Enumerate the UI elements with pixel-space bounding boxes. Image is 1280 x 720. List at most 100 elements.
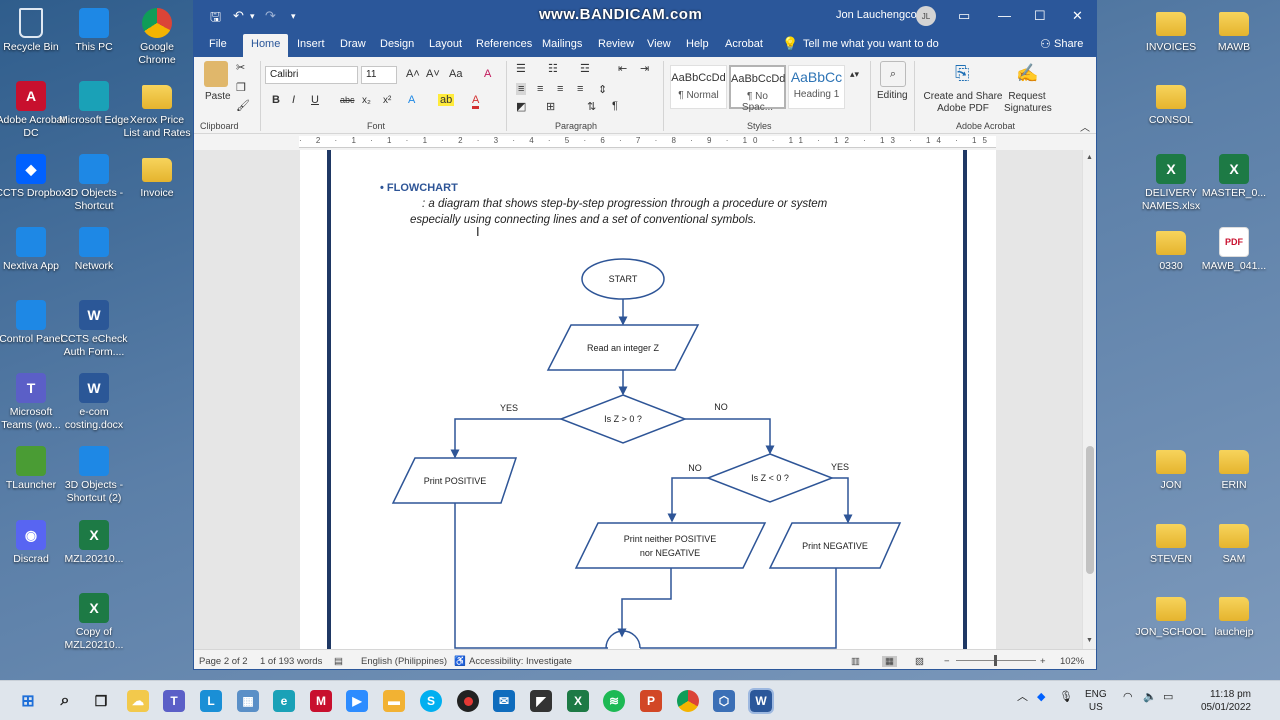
scroll-up-icon[interactable]: ▲: [1086, 154, 1093, 161]
borders-icon[interactable]: ⊞: [546, 100, 555, 113]
read-mode-icon[interactable]: ▥: [851, 656, 860, 667]
request-signatures-button[interactable]: Request Signatures: [1004, 91, 1052, 115]
paste-icon[interactable]: [204, 61, 228, 87]
avatar[interactable]: JL: [916, 6, 936, 26]
font-color-icon[interactable]: A: [472, 94, 480, 109]
spotify-icon[interactable]: ≋: [603, 690, 625, 712]
search-icon[interactable]: ⌕: [54, 690, 76, 712]
desktop-icon[interactable]: JON: [1135, 446, 1207, 492]
tab-references[interactable]: References: [476, 38, 532, 50]
undo-icon[interactable]: ↶: [233, 8, 244, 24]
style-heading-1[interactable]: AaBbCc Heading 1: [788, 65, 845, 109]
format-painter-icon[interactable]: 🖌: [236, 99, 250, 112]
line-spacing-icon[interactable]: ⇕: [598, 83, 607, 96]
tab-acrobat[interactable]: Acrobat: [725, 38, 763, 50]
teams-chat-icon[interactable]: T: [163, 690, 185, 712]
desktop-icon[interactable]: INVOICES: [1135, 8, 1207, 54]
numbering-icon[interactable]: ☷: [548, 62, 558, 75]
desktop-icon[interactable]: X MZL20210...: [58, 520, 130, 566]
desktop-icon[interactable]: ◉ Discrad: [0, 520, 67, 566]
desktop-icon[interactable]: Recycle Bin: [0, 8, 67, 54]
desktop-icon[interactable]: JON_SCHOOL: [1135, 593, 1207, 639]
align-center-icon[interactable]: ≡: [537, 83, 543, 95]
desktop-icon[interactable]: T Microsoft Teams (wo...: [0, 373, 67, 432]
desktop-icon[interactable]: Xerox Price List and Rates: [121, 81, 193, 140]
justify-icon[interactable]: ≡: [577, 83, 583, 95]
clear-formatting-icon[interactable]: A: [484, 68, 491, 80]
calculator-icon[interactable]: ▦: [237, 690, 259, 712]
zoom-level[interactable]: 102%: [1060, 656, 1084, 667]
excel-icon[interactable]: X: [567, 690, 589, 712]
web-layout-icon[interactable]: ▧: [915, 656, 924, 667]
desktop-icon[interactable]: We-com costing.docx: [58, 373, 130, 432]
desktop-icon[interactable]: TLauncher: [0, 446, 67, 492]
font-size-select[interactable]: 11: [361, 66, 397, 84]
shield-icon[interactable]: M: [310, 690, 332, 712]
close-icon[interactable]: ✕: [1072, 8, 1083, 24]
desktop-icon[interactable]: This PC: [58, 8, 130, 54]
desktop-icon[interactable]: PDF MAWB_041...: [1198, 227, 1270, 273]
desktop-icon[interactable]: X DELIVERY NAMES.xlsx: [1135, 154, 1207, 213]
share-button[interactable]: Share: [1054, 38, 1083, 50]
bandicam-icon[interactable]: [457, 690, 479, 712]
search-icon[interactable]: ⌕: [880, 61, 906, 87]
desktop-icon[interactable]: SAM: [1198, 520, 1270, 566]
tab-draw[interactable]: Draw: [340, 38, 366, 50]
style-normal[interactable]: AaBbCcDd ¶ Normal: [670, 65, 727, 109]
word-count[interactable]: 1 of 193 words: [260, 656, 322, 667]
desktop-icon[interactable]: Microsoft Edge: [58, 81, 130, 127]
desktop-icon[interactable]: ◆ CCTS Dropbox: [0, 154, 67, 200]
zoom-out-icon[interactable]: −: [944, 656, 950, 667]
proofing-icon[interactable]: ▤: [334, 656, 343, 667]
tab-insert[interactable]: Insert: [297, 38, 325, 50]
sort-icon[interactable]: ⇅: [587, 100, 596, 113]
tell-me-search[interactable]: Tell me what you want to do: [803, 38, 939, 50]
zoom-in-icon[interactable]: +: [1040, 656, 1046, 667]
chrome-icon[interactable]: [677, 690, 699, 712]
superscript-icon[interactable]: x²: [383, 95, 391, 106]
accessibility-status[interactable]: Accessibility: Investigate: [469, 656, 572, 667]
show-formatting-icon[interactable]: ¶: [612, 100, 618, 112]
scrollbar-thumb[interactable]: [1086, 446, 1094, 574]
battery-icon[interactable]: ▭: [1163, 691, 1173, 704]
underline-icon[interactable]: U: [311, 94, 319, 106]
file-explorer-icon[interactable]: ▬: [383, 690, 405, 712]
desktop-icon[interactable]: STEVEN: [1135, 520, 1207, 566]
tab-view[interactable]: View: [647, 38, 671, 50]
desktop-icon[interactable]: 3D Objects - Shortcut (2): [58, 446, 130, 505]
editing-button[interactable]: Editing: [877, 90, 908, 101]
print-neither-box[interactable]: [574, 522, 767, 569]
maximize-icon[interactable]: ☐: [1034, 8, 1046, 24]
mail-icon[interactable]: ✉: [493, 690, 515, 712]
page[interactable]: • FLOWCHART : a diagram that shows step-…: [300, 150, 996, 649]
save-icon[interactable]: 🖫: [210, 8, 221, 30]
grow-font-icon[interactable]: A˄: [406, 68, 420, 80]
tab-mailings[interactable]: Mailings: [542, 38, 582, 50]
skype-icon[interactable]: S: [420, 690, 442, 712]
undo-dropdown-icon[interactable]: ▾: [250, 11, 255, 22]
share-icon[interactable]: ⚇: [1040, 37, 1051, 51]
style-no-spacing[interactable]: AaBbCcDd ¶ No Spac...: [729, 65, 786, 113]
desktop-icon[interactable]: MAWB: [1198, 8, 1270, 54]
zoom-slider-thumb[interactable]: [994, 655, 997, 666]
text-effects-icon[interactable]: A: [408, 94, 415, 106]
horizontal-ruler[interactable]: · 2 · 1 · 1 · 1 · 2 · 3 · 4 · 5 · 6 · 7 …: [299, 136, 996, 148]
align-right-icon[interactable]: ≡: [557, 83, 563, 95]
desktop-icon[interactable]: CONSOL: [1135, 81, 1207, 127]
tab-layout[interactable]: Layout: [429, 38, 462, 50]
styles-more-icon[interactable]: ▴▾: [850, 69, 859, 80]
word-icon[interactable]: W: [748, 688, 774, 714]
paste-button[interactable]: Paste: [205, 91, 231, 102]
wifi-icon[interactable]: ◠: [1123, 691, 1133, 704]
italic-icon[interactable]: I: [292, 94, 295, 106]
start-icon[interactable]: ⊞: [17, 690, 39, 712]
strikethrough-icon[interactable]: abc: [340, 95, 355, 105]
font-name-select[interactable]: Calibri: [265, 66, 358, 84]
align-left-icon[interactable]: ≡: [516, 83, 527, 95]
desktop-icon[interactable]: Control Panel: [0, 300, 67, 346]
multilevel-list-icon[interactable]: ☲: [580, 62, 590, 75]
dev-tool-icon[interactable]: ⬡: [713, 690, 735, 712]
volume-icon[interactable]: 🔈: [1143, 691, 1157, 704]
desktop-icon[interactable]: X Copy of MZL20210...: [58, 593, 130, 652]
page-count[interactable]: Page 2 of 2: [199, 656, 248, 667]
